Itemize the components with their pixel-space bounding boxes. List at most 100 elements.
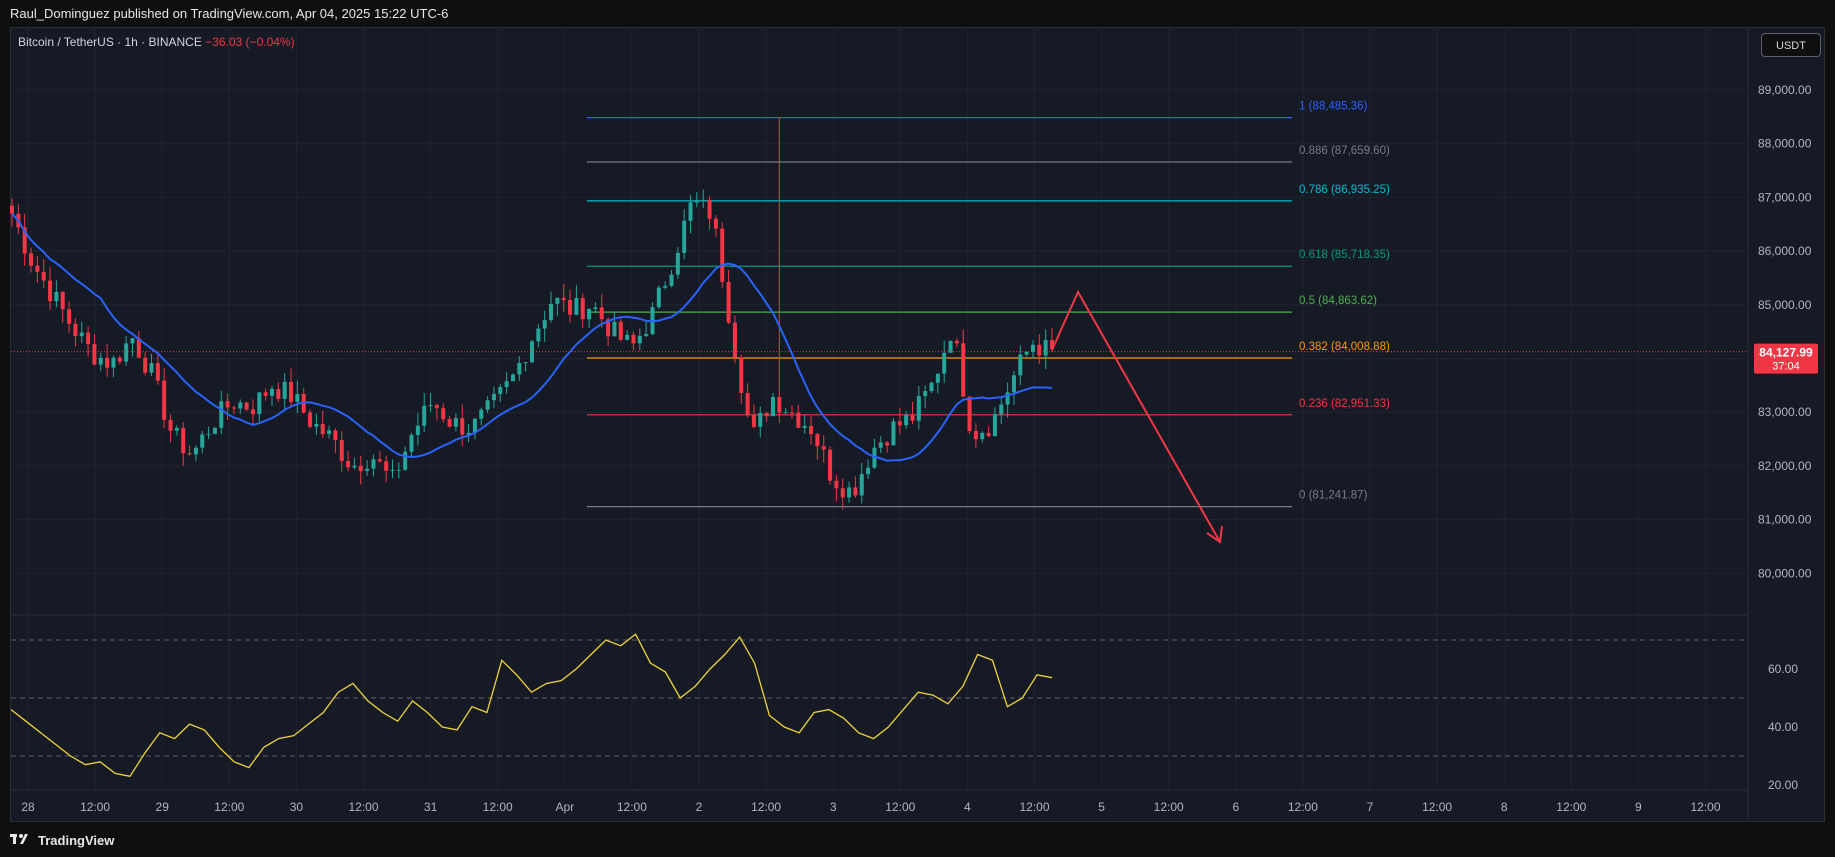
candle-body — [1043, 340, 1048, 356]
candle-body — [92, 344, 97, 365]
candle-body — [618, 321, 623, 340]
candle-body — [86, 332, 91, 345]
candle-body — [568, 299, 573, 315]
candle-body — [891, 421, 896, 446]
candle-body — [276, 388, 281, 399]
candle-body — [415, 425, 420, 435]
candle-body — [517, 362, 522, 375]
candle-body — [498, 386, 503, 394]
candle-body — [257, 392, 262, 415]
candle-body — [980, 432, 985, 440]
time-tick-label: 12:00 — [617, 800, 647, 814]
time-tick-label: 8 — [1501, 800, 1508, 814]
candle-body — [168, 419, 173, 431]
candle-body — [840, 488, 845, 498]
rsi-line — [10, 633, 1053, 778]
price-tick-label: 86,000.00 — [1758, 244, 1812, 258]
time-tick-label: 12:00 — [751, 800, 781, 814]
time-tick-label: 12:00 — [1154, 800, 1184, 814]
tradingview-frame: Raul_Dominguez published on TradingView.… — [0, 0, 1835, 857]
chart-canvas[interactable]: 89,000.00 88,000.00 87,000.00 86,000.00 85,0… — [0, 0, 1835, 857]
current-price-tag: 84,127.9937:04 — [1754, 343, 1818, 374]
price-tick-label: 81,000.00 — [1758, 513, 1812, 527]
time-tick-label: 30 — [290, 800, 304, 814]
candle-body — [384, 461, 389, 471]
candle-body — [314, 423, 319, 427]
candle-body — [923, 391, 928, 397]
candle-body — [79, 332, 84, 337]
candle-body — [29, 253, 34, 266]
candle-body — [441, 408, 446, 420]
candle-body — [935, 373, 940, 383]
candle-body — [491, 393, 496, 401]
candle-body — [250, 409, 255, 415]
current-price-value: 84,127.99 — [1759, 346, 1813, 360]
candle-body — [200, 434, 205, 448]
candle-body — [358, 465, 363, 472]
candle-body — [580, 297, 585, 320]
candle-body — [866, 467, 871, 475]
time-tick-label: 6 — [1232, 800, 1239, 814]
candle-body — [295, 394, 300, 402]
projection-arrow — [1051, 289, 1221, 543]
candle-body — [352, 465, 357, 468]
candle-body — [637, 335, 642, 344]
candle-body — [732, 322, 737, 358]
time-tick-label: 12:00 — [1288, 800, 1318, 814]
candle-body — [986, 432, 991, 437]
price-change: −36.03 (−0.04%) — [205, 35, 295, 49]
candle-body — [751, 414, 756, 427]
candle-body — [574, 297, 579, 315]
candle-body — [453, 418, 458, 427]
symbol-name[interactable]: Bitcoin / TetherUS · 1h · BINANCE — [18, 35, 202, 49]
candle-body — [371, 459, 376, 469]
price-tick-label: 82,000.00 — [1758, 459, 1812, 473]
candle-body — [41, 271, 46, 281]
candle-body — [409, 434, 414, 452]
candle-body — [739, 357, 744, 393]
time-tick-label: 28 — [21, 800, 35, 814]
candle-body — [320, 423, 325, 434]
candle-body — [212, 427, 217, 434]
time-tick-label: 12:00 — [348, 800, 378, 814]
candle-body — [549, 303, 554, 321]
candle-body — [593, 307, 598, 309]
candle-body — [904, 414, 909, 426]
time-tick-label: 9 — [1635, 800, 1642, 814]
candle-body — [802, 425, 807, 428]
candle-body — [897, 421, 902, 426]
candle-body — [821, 446, 826, 450]
candle-body — [707, 199, 712, 219]
candle-body — [663, 285, 668, 288]
symbol-info[interactable]: Bitcoin / TetherUS · 1h · BINANCE −36.03… — [18, 35, 295, 49]
time-tick-label: 7 — [1367, 800, 1374, 814]
fib-level-label: 1 (88,485.36) — [1299, 101, 1368, 113]
tradingview-footer[interactable]: TradingView — [10, 832, 114, 849]
candle-body — [669, 274, 674, 286]
tradingview-logo-icon — [10, 832, 32, 849]
candle-body — [162, 380, 167, 420]
candle-body — [149, 363, 154, 373]
time-tick-label: 5 — [1098, 800, 1105, 814]
candle-body — [447, 419, 452, 427]
candle-body — [339, 439, 344, 461]
currency-button[interactable]: USDT — [1761, 33, 1821, 57]
candle-body — [479, 409, 484, 419]
time-tick-label: 4 — [964, 800, 971, 814]
candle-body — [809, 425, 814, 435]
candle-body — [225, 401, 230, 408]
candle-body — [377, 459, 382, 462]
fib-level-label: 0.618 (85,718.35) — [1299, 249, 1390, 261]
time-tick-label: 29 — [156, 800, 170, 814]
countdown-timer: 37:04 — [1772, 361, 1800, 373]
candle-body — [967, 396, 972, 432]
candle-body — [783, 412, 788, 414]
candle-body — [238, 402, 243, 409]
candle-body — [859, 474, 864, 496]
candle-body — [834, 480, 839, 489]
time-tick-label: 12:00 — [885, 800, 915, 814]
candle-body — [174, 427, 179, 431]
candle-body — [973, 431, 978, 440]
time-tick-label: 12:00 — [214, 800, 244, 814]
candle-body — [130, 338, 135, 344]
